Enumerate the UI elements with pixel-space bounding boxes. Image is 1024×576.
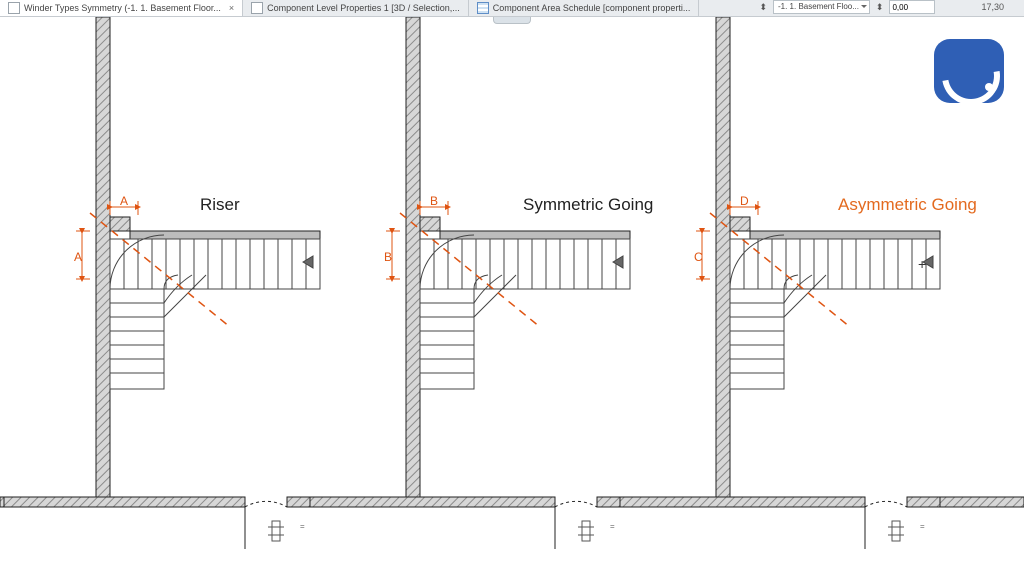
story-step-icon[interactable]: ⬍ xyxy=(759,2,767,13)
elev-step-icon[interactable]: ⬍ xyxy=(876,2,884,13)
tab-bar: Winder Types Symmetry (-1. 1. Basement F… xyxy=(0,0,1024,17)
floorplan-icon xyxy=(8,2,20,14)
tab-floorplan[interactable]: Winder Types Symmetry (-1. 1. Basement F… xyxy=(0,0,243,16)
tab-schedule[interactable]: Component Area Schedule [component prope… xyxy=(469,0,700,16)
diagram-riser: A A xyxy=(0,17,320,549)
story-selector: ⬍ -1. 1. Basement Floo... ⬍ 17,30 xyxy=(759,0,1004,15)
svg-text:A: A xyxy=(120,194,128,208)
svg-text:C: C xyxy=(694,250,703,264)
diagram-asymmetric: D C + xyxy=(620,17,940,549)
drawing-canvas[interactable]: Riser Symmetric Going Asymmetric Going xyxy=(0,17,1024,575)
svg-text:+: + xyxy=(918,256,926,272)
tab-component-level[interactable]: Component Level Properties 1 [3D / Selec… xyxy=(243,0,469,16)
tab-label: Winder Types Symmetry (-1. 1. Basement F… xyxy=(24,3,221,13)
floorplan-svg: = A A B B D C + xyxy=(0,17,1024,575)
svg-text:B: B xyxy=(384,250,392,264)
elevation-field[interactable] xyxy=(889,0,935,14)
schedule-icon xyxy=(477,2,489,14)
diagram-symmetric: B B xyxy=(310,17,630,549)
svg-text:D: D xyxy=(740,194,749,208)
close-icon[interactable]: × xyxy=(229,3,234,13)
svg-text:A: A xyxy=(74,250,82,264)
svg-text:B: B xyxy=(430,194,438,208)
zoom-label: 17,30 xyxy=(981,2,1004,12)
story-dropdown[interactable]: -1. 1. Basement Floo... xyxy=(773,0,870,14)
tab-label: Component Area Schedule [component prope… xyxy=(493,3,691,13)
floorplan-icon xyxy=(251,2,263,14)
tab-label: Component Level Properties 1 [3D / Selec… xyxy=(267,3,460,13)
